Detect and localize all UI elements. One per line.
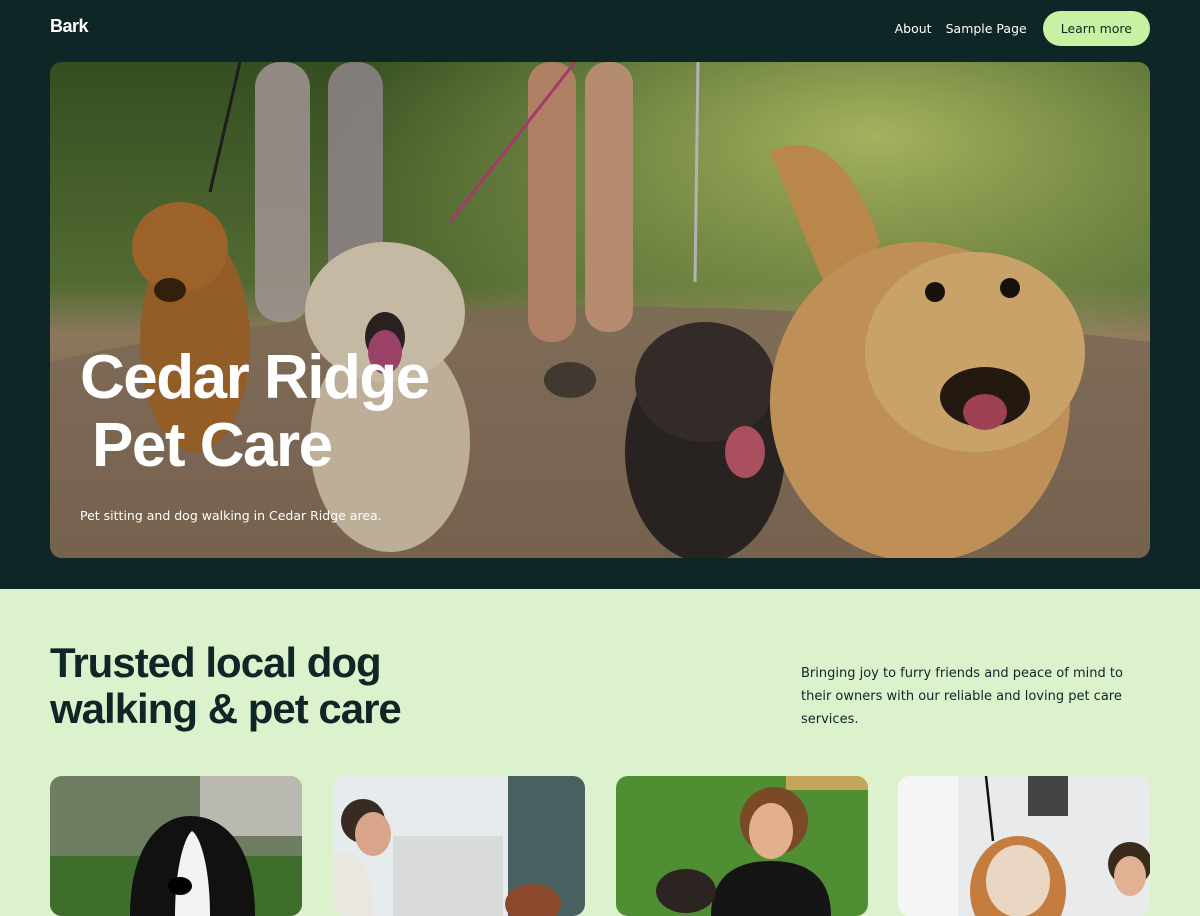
main-nav: About Sample Page Learn more [895,11,1150,46]
woman-with-puppies-image [616,776,868,916]
site-logo[interactable]: Bark [50,16,89,37]
card-spaniel-photo[interactable] [898,776,1150,916]
hero-subtitle: Pet sitting and dog walking in Cedar Rid… [80,508,382,523]
service-cards [50,776,1150,916]
border-collie-image [50,776,302,916]
intro-description: Bringing joy to furry friends and peace … [801,666,1123,727]
header-hero-section: Bark About Sample Page Learn more Cedar … [0,0,1200,589]
nav-about[interactable]: About [895,21,932,36]
hero-title-line-2: Pet Care [92,411,333,480]
woman-with-dog-image [333,776,585,916]
card-woman-with-dog-photo[interactable] [333,776,585,916]
learn-more-button[interactable]: Learn more [1042,11,1150,46]
card-woman-with-puppies-photo[interactable] [616,776,868,916]
spaniel-image [898,776,1150,916]
hero-title-line-1: Cedar Ridge [80,343,430,412]
card-border-collie-photo[interactable] [50,776,302,916]
hero-title: Cedar Ridge Pet Care [80,343,430,480]
hero-banner: Cedar Ridge Pet Care Pet sitting and dog… [50,62,1150,558]
intro-heading: Trusted local dog walking & pet care [50,639,402,732]
hero-image-dogs-walking [50,62,1150,558]
nav-sample-page[interactable]: Sample Page [946,21,1027,36]
